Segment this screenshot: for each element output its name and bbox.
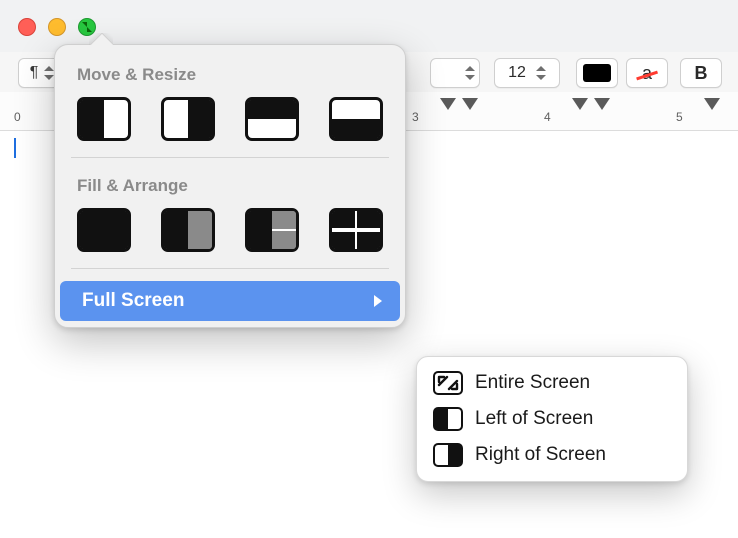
ruler-tick-4: 4 bbox=[544, 110, 551, 124]
tab-stop-marker[interactable] bbox=[572, 98, 588, 110]
chevron-updown-icon bbox=[536, 66, 546, 80]
text-cursor bbox=[14, 138, 16, 158]
left-of-screen-label: Left of Screen bbox=[475, 408, 593, 430]
section-fill-arrange-label: Fill & Arrange bbox=[55, 170, 405, 204]
ruler-tick-5: 5 bbox=[676, 110, 683, 124]
right-of-screen-label: Right of Screen bbox=[475, 444, 606, 466]
arrange-left-right-button[interactable] bbox=[161, 208, 215, 252]
ruler-tick-3: 3 bbox=[412, 110, 419, 124]
tab-stop-marker[interactable] bbox=[594, 98, 610, 110]
tab-stop-marker[interactable] bbox=[704, 98, 720, 110]
tab-stop-marker[interactable] bbox=[440, 98, 456, 110]
font-size-select[interactable]: 12 bbox=[494, 58, 560, 88]
fill-screen-button[interactable] bbox=[77, 208, 131, 252]
arrange-quarters-button[interactable] bbox=[329, 208, 383, 252]
separator bbox=[71, 157, 389, 158]
minimize-window-button[interactable] bbox=[48, 18, 66, 36]
strike-letter: a bbox=[642, 63, 652, 84]
full-screen-menu-item[interactable]: Full Screen bbox=[60, 281, 400, 321]
left-half-icon bbox=[433, 407, 463, 431]
traffic-lights bbox=[18, 18, 96, 36]
section-move-resize-label: Move & Resize bbox=[55, 59, 405, 93]
chevron-updown-icon bbox=[44, 66, 54, 80]
ruler-tick-0: 0 bbox=[14, 110, 21, 124]
bold-button[interactable]: B bbox=[680, 58, 722, 88]
text-color-button[interactable] bbox=[576, 58, 618, 88]
tab-stop-marker[interactable] bbox=[462, 98, 478, 110]
full-screen-submenu: Entire Screen Left of Screen Right of Sc… bbox=[416, 356, 688, 482]
move-resize-row bbox=[55, 93, 405, 157]
tile-right-half-button[interactable] bbox=[161, 97, 215, 141]
font-family-select[interactable] bbox=[430, 58, 480, 88]
chevron-right-icon bbox=[374, 295, 382, 307]
right-of-screen-item[interactable]: Right of Screen bbox=[423, 437, 681, 473]
tile-left-half-button[interactable] bbox=[77, 97, 131, 141]
entire-screen-item[interactable]: Entire Screen bbox=[423, 365, 681, 401]
font-size-value: 12 bbox=[508, 64, 526, 82]
pilcrow-icon: ¶ bbox=[30, 64, 39, 82]
tile-top-half-button[interactable] bbox=[245, 97, 299, 141]
color-swatch-icon bbox=[583, 64, 611, 82]
entire-screen-label: Entire Screen bbox=[475, 372, 590, 394]
tile-bottom-half-button[interactable] bbox=[329, 97, 383, 141]
left-of-screen-item[interactable]: Left of Screen bbox=[423, 401, 681, 437]
separator bbox=[71, 268, 389, 269]
expand-arrows-icon bbox=[433, 371, 463, 395]
window-tiling-popover: Move & Resize Fill & Arrange Full Screen bbox=[54, 44, 406, 328]
fill-arrange-row bbox=[55, 204, 405, 268]
bold-label: B bbox=[695, 63, 708, 84]
close-window-button[interactable] bbox=[18, 18, 36, 36]
strikethrough-color-button[interactable]: a bbox=[626, 58, 668, 88]
arrange-left-two-right-button[interactable] bbox=[245, 208, 299, 252]
chevron-updown-icon bbox=[465, 66, 475, 80]
popover-arrow bbox=[89, 33, 113, 45]
right-half-icon bbox=[433, 443, 463, 467]
full-screen-label: Full Screen bbox=[82, 290, 184, 312]
